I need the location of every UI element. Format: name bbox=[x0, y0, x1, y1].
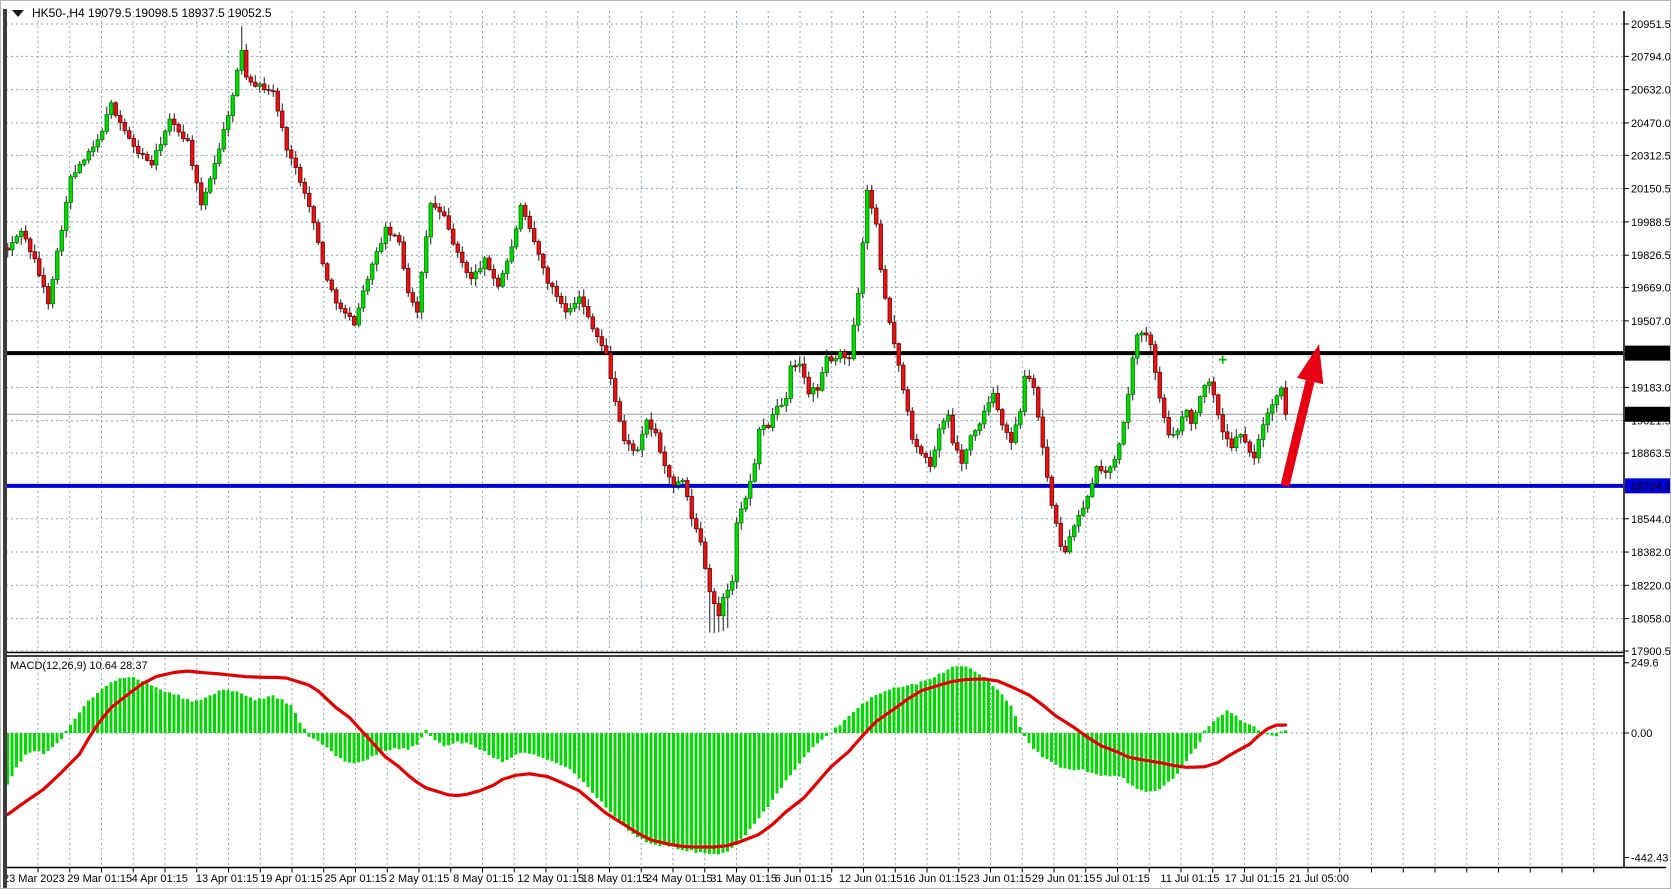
macd-tick-label: 249.6 bbox=[1631, 658, 1659, 670]
support-line-price-value: 18704.2 bbox=[1631, 481, 1671, 493]
macd-tick-label: -442.43 bbox=[1631, 853, 1668, 865]
time-tick-label: 4 Apr 01:15 bbox=[132, 873, 188, 885]
price-tick-label: 20951.5 bbox=[1631, 19, 1671, 31]
time-tick-label: 21 Jul 05:00 bbox=[1289, 873, 1349, 885]
time-tick-label: 2 May 01:15 bbox=[389, 873, 450, 885]
chart-background bbox=[1, 1, 1671, 889]
chart-header: HK50-,H4 19079.5 19098.5 18937.5 19052.5 bbox=[12, 6, 272, 20]
price-tick-label: 20470.0 bbox=[1631, 118, 1671, 130]
time-tick-label: 29 Jun 01:15 bbox=[1032, 873, 1096, 885]
time-tick-label: 31 May 01:15 bbox=[710, 873, 777, 885]
time-tick-label: 8 May 01:15 bbox=[453, 873, 514, 885]
time-tick-label: 6 Jun 01:15 bbox=[775, 873, 833, 885]
price-tick-label: 18382.0 bbox=[1631, 547, 1671, 559]
price-tick-label: 19669.0 bbox=[1631, 283, 1671, 295]
macd-tick-label: 0.00 bbox=[1631, 728, 1652, 740]
time-tick-label: 5 Jul 01:15 bbox=[1096, 873, 1150, 885]
price-tick-label: 19183.0 bbox=[1631, 382, 1671, 394]
price-tick-label: 17900.5 bbox=[1631, 646, 1671, 658]
time-tick-label: 13 Apr 01:15 bbox=[196, 873, 258, 885]
chart-title-ohlc: HK50-,H4 19079.5 19098.5 18937.5 19052.5 bbox=[32, 6, 272, 20]
time-tick-label: 23 Jun 01:15 bbox=[968, 873, 1032, 885]
price-tick-label: 19507.0 bbox=[1631, 316, 1671, 328]
time-tick-label: 24 May 01:15 bbox=[646, 873, 713, 885]
chart-window: 20951.5 20794.0 20632.0 20470.0 20312.5 20150… bbox=[0, 0, 1671, 889]
price-tick-label: 20632.0 bbox=[1631, 85, 1671, 97]
price-tick-label: 18863.5 bbox=[1631, 448, 1671, 460]
time-tick-label: 16 Jun 01:15 bbox=[903, 873, 967, 885]
price-tick-label: 19988.5 bbox=[1631, 217, 1671, 229]
time-tick-label: 29 Mar 01:15 bbox=[67, 873, 132, 885]
price-tick-label: 18220.0 bbox=[1631, 580, 1671, 592]
chart-left-edge-strip bbox=[3, 9, 7, 888]
price-tick-label: 20794.0 bbox=[1631, 51, 1671, 63]
price-tick-label: 20150.5 bbox=[1631, 184, 1671, 196]
time-tick-label: 17 Jul 01:15 bbox=[1225, 873, 1285, 885]
price-tick-label: 18058.0 bbox=[1631, 614, 1671, 626]
time-tick-label: 12 Jun 01:15 bbox=[839, 873, 903, 885]
price-tick-label: 20312.5 bbox=[1631, 150, 1671, 162]
time-tick-label: 11 Jul 01:15 bbox=[1160, 873, 1219, 885]
current-price-line-price-value: 19052.5 bbox=[1631, 409, 1671, 421]
time-tick-label: 23 Mar 2023 bbox=[3, 873, 65, 885]
time-tick-label: 18 May 01:15 bbox=[582, 873, 649, 885]
time-tick-label: 19 Apr 01:15 bbox=[260, 873, 322, 885]
price-tick-label: 18544.0 bbox=[1631, 514, 1671, 526]
time-tick-label: 12 May 01:15 bbox=[517, 873, 584, 885]
resistance-line-price-value: 19350.0 bbox=[1631, 348, 1671, 360]
macd-indicator-label: MACD(12,26,9) 10.64 28.37 bbox=[10, 660, 148, 672]
time-tick-label: 25 Apr 01:15 bbox=[325, 873, 387, 885]
price-tick-label: 19826.5 bbox=[1631, 250, 1671, 262]
